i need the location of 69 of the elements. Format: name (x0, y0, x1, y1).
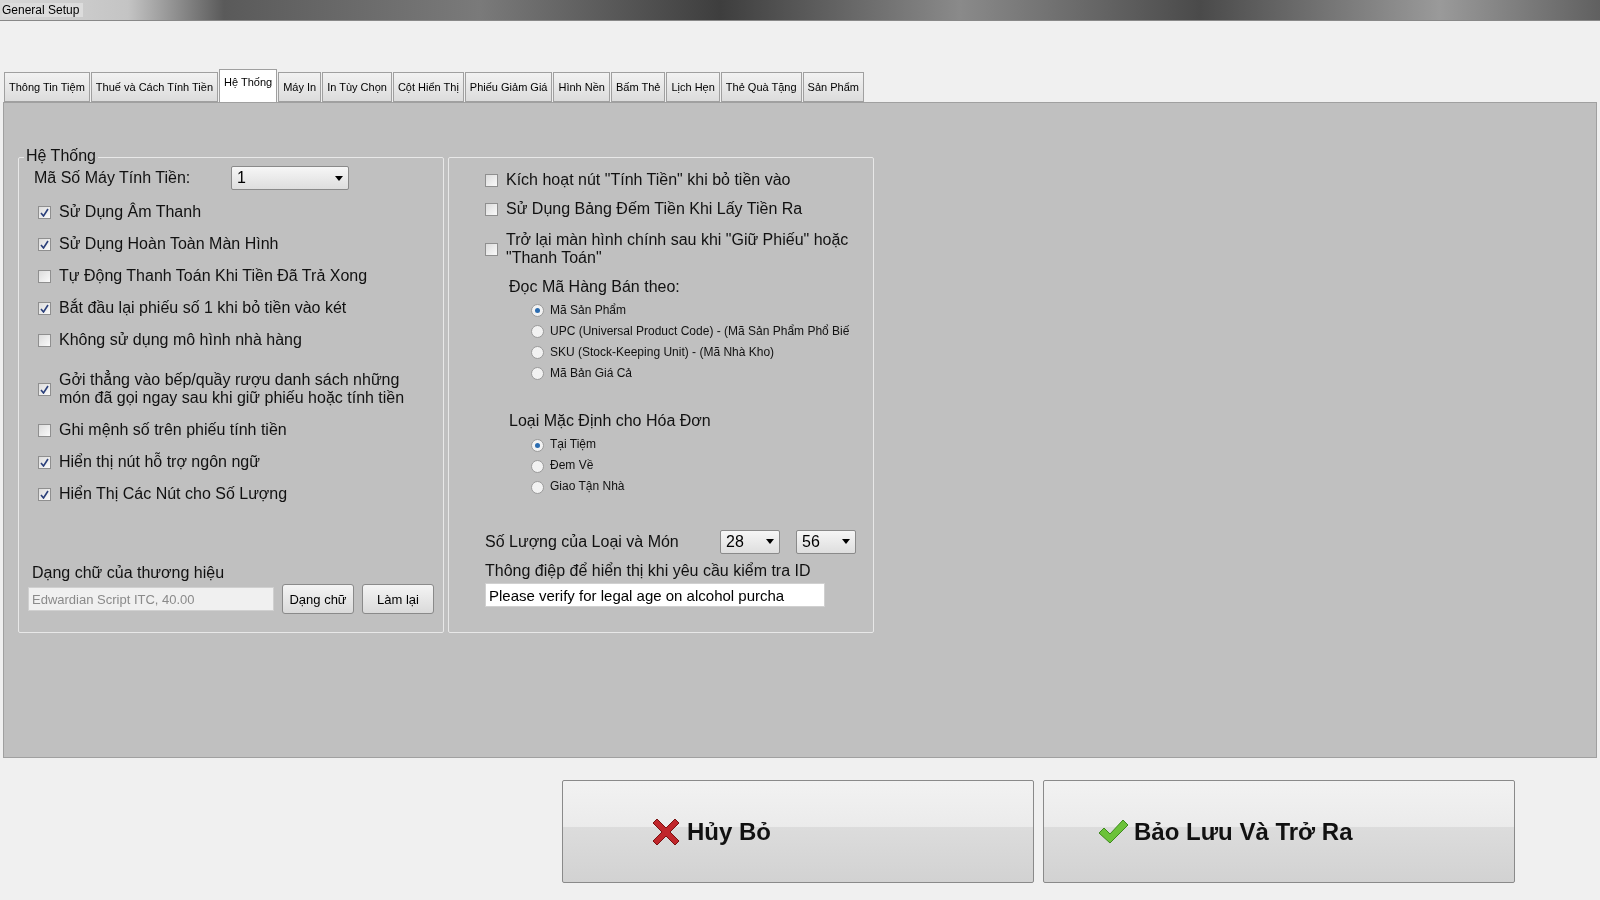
tab[interactable]: Lịch Hẹn (666, 72, 720, 102)
radio-label: Mã Sản Phẩm (550, 304, 627, 318)
checkbox[interactable] (485, 174, 498, 187)
checkbox[interactable] (38, 237, 51, 251)
radio-label: Mã Bản Giá Cả (550, 367, 633, 381)
checkbox-label: Không sử dụng mô hình nhà hàng (59, 330, 302, 350)
radio-button[interactable] (531, 438, 544, 452)
radio-button[interactable] (531, 480, 544, 494)
font-button[interactable]: Làm lại (362, 584, 434, 615)
checkbox-label: Hiển Thị Các Nút cho Số Lượng (59, 484, 288, 504)
tab[interactable]: Cột Hiển Thị (392, 72, 464, 102)
radio-label: SKU (Stock-Keeping Unit) - (Mã Nhà Kho) (550, 346, 775, 360)
caret-icon (766, 539, 774, 545)
checkbox-label: Sử Dụng Âm Thanh (59, 202, 202, 222)
field-label: Thông điệp để hiển thị khi yêu cầu kiểm tra ID (485, 561, 812, 581)
radio-label: Tại Tiệm (550, 438, 596, 453)
group-title: Hệ Thống (24, 147, 98, 165)
save-button[interactable]: Bảo Lưu Và Trở Ra (1043, 780, 1515, 883)
checkbox[interactable] (38, 333, 51, 347)
caret-icon (842, 539, 850, 545)
checkbox[interactable] (38, 382, 51, 396)
tab[interactable]: Phiếu Giảm Giá (464, 72, 553, 102)
checkbox[interactable] (485, 203, 498, 216)
radio-button[interactable] (531, 459, 544, 473)
checkbox-label: Hiển thị nút hỗ trợ ngôn ngữ (59, 452, 260, 472)
tab[interactable]: Thông Tin Tiệm (4, 72, 90, 102)
checkbox[interactable] (38, 205, 51, 219)
field-label: Mã Số Máy Tính Tiền: (34, 168, 192, 188)
tab[interactable]: Thuế và Cách Tính Tiền (90, 72, 219, 102)
radio-label: Đem Về (550, 459, 594, 474)
checkbox-label: Gởi thẳng vào bếp/quầy rượu danh sách những món đã gọi ngay sau khi giữ phiếu hoặc tính tiền (59, 370, 405, 408)
radio-group-title: Đọc Mã Hàng Bán theo: (509, 278, 681, 297)
tab[interactable]: Sản Phẩm (802, 72, 864, 102)
checkbox[interactable] (38, 301, 51, 315)
cancel-button[interactable]: Hủy Bỏ (562, 780, 1034, 883)
checkbox-label: Bắt đầu lại phiếu số 1 khi bỏ tiền vào két (59, 298, 347, 318)
radio-button[interactable] (531, 367, 544, 381)
tab[interactable]: Thẻ Quà Tặng (720, 72, 802, 102)
checkbox[interactable] (38, 487, 51, 501)
tab[interactable]: Máy In (278, 72, 322, 102)
radio-label: UPC (Universal Product Code) - (Mã Sản Phẩm Phổ Biế (550, 325, 850, 339)
checkbox-label: Tự Động Thanh Toán Khi Tiền Đã Trả Xong (59, 266, 368, 286)
font-button[interactable]: Dạng chữ (282, 584, 354, 615)
checkbox[interactable] (38, 423, 51, 437)
checkbox-label: Trở lại màn hình chính sau khi "Giữ Phiếu" hoặc "Thanh Toán" (506, 230, 849, 268)
register-dropdown[interactable]: 1 (231, 166, 349, 190)
checkbox-label: Sử Dụng Hoàn Toàn Màn Hình (59, 234, 279, 254)
window-title: General Setup (2, 3, 84, 17)
caret-icon (335, 175, 343, 181)
message-field[interactable]: Please verify for legal age on alcohol purcha (485, 583, 825, 608)
checkbox[interactable] (38, 269, 51, 283)
quantity-dropdown[interactable]: 28 (720, 529, 780, 554)
tab[interactable]: Bấm Thẻ (610, 72, 666, 102)
tab[interactable]: In Tùy Chọn (322, 72, 392, 102)
checkbox-label: Kích hoạt nút "Tính Tiền" khi bỏ tiền vào (506, 171, 791, 190)
radio-group-title: Loại Mặc Định cho Hóa Đơn (509, 412, 712, 431)
quantity-dropdown[interactable]: 56 (796, 529, 856, 554)
radio-button[interactable] (531, 304, 544, 318)
field-label: Số Lượng của Loại và Món (485, 532, 680, 551)
field-label: Dạng chữ của thương hiệu (32, 564, 226, 583)
checkbox[interactable] (38, 455, 51, 469)
radio-label: Giao Tận Nhà (550, 480, 625, 495)
tab[interactable]: Hệ Thống (219, 69, 278, 102)
radio-button[interactable] (531, 325, 544, 339)
radio-button[interactable] (531, 346, 544, 360)
checkbox[interactable] (485, 242, 498, 256)
tab[interactable]: Hình Nền (553, 72, 610, 102)
checkbox-label: Ghi mệnh số trên phiếu tính tiền (59, 420, 287, 440)
checkbox-label: Sử Dụng Bảng Đếm Tiền Khi Lấy Tiền Ra (506, 200, 803, 219)
